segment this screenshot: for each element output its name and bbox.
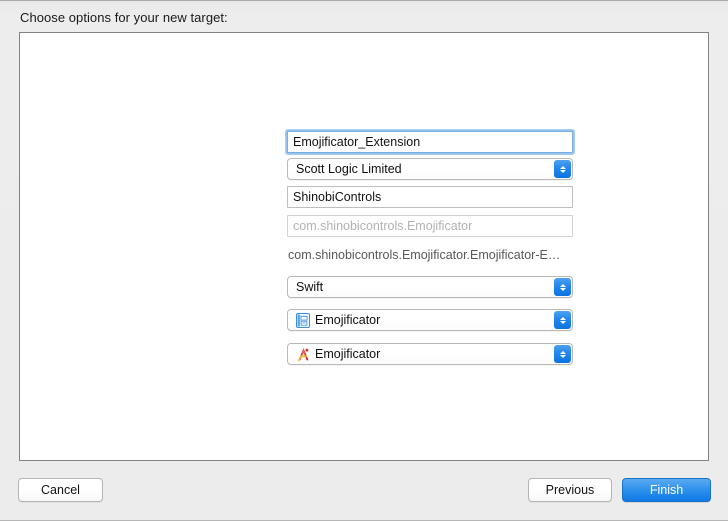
field-wrap-project: Emojificator [287, 309, 573, 331]
organization-name-input[interactable]: ShinobiControls [287, 186, 573, 208]
field-wrap-embed-in-application: Emojificator [287, 343, 573, 365]
field-wrap-organization-identifier: com.shinobicontrols.Emojificator [287, 215, 573, 237]
field-wrap-product-name: Emojificator_Extension [285, 129, 575, 155]
team-popup-value: Scott Logic Limited [296, 162, 402, 176]
chevron-up-down-icon[interactable] [554, 278, 571, 296]
xcode-project-icon [296, 312, 310, 328]
chevron-up-down-icon[interactable] [554, 160, 571, 178]
previous-button[interactable]: Previous [528, 478, 612, 502]
embed-in-application-popup-button[interactable]: Emojificator [287, 343, 573, 365]
embed-in-application-popup-value: Emojificator [315, 347, 381, 361]
bundle-identifier-value: com.shinobicontrols.Emojificator.Emojifi… [288, 248, 561, 262]
team-popup-button[interactable]: Scott Logic Limited [287, 158, 573, 180]
finish-button[interactable]: Finish [622, 478, 711, 502]
field-wrap-language: Swift [287, 276, 573, 298]
project-popup-value: Emojificator [315, 313, 381, 327]
chevron-up-down-icon[interactable] [554, 311, 571, 329]
project-popup-button[interactable]: Emojificator [287, 309, 573, 331]
field-wrap-bundle-identifier: com.shinobicontrols.Emojificator.Emojifi… [287, 244, 573, 266]
app-target-icon [296, 347, 310, 362]
options-content-panel: Product Name: Emojificator_Extension Tea… [19, 32, 709, 461]
sheet-title: Choose options for your new target: [20, 10, 228, 25]
new-target-options-sheet: Choose options for your new target: Prod… [0, 0, 728, 521]
language-popup-value: Swift [296, 280, 324, 294]
language-popup-button[interactable]: Swift [287, 276, 573, 298]
field-wrap-organization-name: ShinobiControls [287, 186, 573, 208]
organization-identifier-input[interactable]: com.shinobicontrols.Emojificator [287, 215, 573, 237]
product-name-input[interactable]: Emojificator_Extension [285, 129, 575, 155]
chevron-up-down-icon[interactable] [554, 345, 571, 363]
cancel-button[interactable]: Cancel [18, 478, 103, 502]
field-wrap-team: Scott Logic Limited [287, 158, 573, 180]
